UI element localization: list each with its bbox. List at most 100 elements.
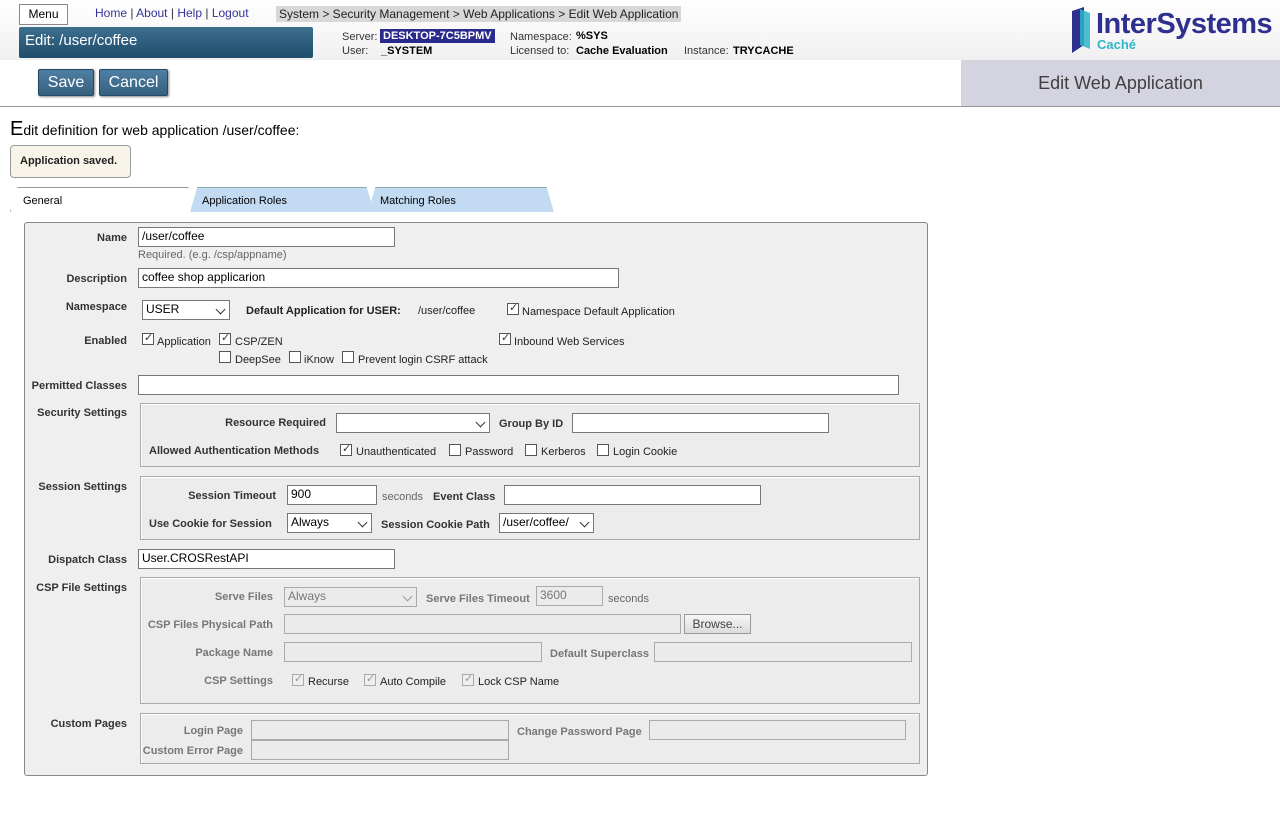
application-checkbox[interactable]	[142, 331, 154, 345]
unauthenticated-checkbox[interactable]	[340, 442, 352, 456]
link-separator: |	[130, 6, 134, 20]
page-title: Edit: /user/coffee	[19, 27, 313, 58]
permitted-classes-label: Permitted Classes	[31, 380, 127, 392]
session-timeout-label: Session Timeout	[188, 490, 276, 502]
change-password-page-label: Change Password Page	[517, 726, 642, 738]
auto-compile-label: Auto Compile	[380, 676, 447, 688]
serve-files-select[interactable]: Always	[284, 587, 417, 607]
use-cookie-select[interactable]: Always	[287, 513, 372, 533]
change-password-page-field[interactable]	[649, 720, 906, 740]
auth-methods-label: Allowed Authentication Methods	[149, 445, 320, 457]
seconds-label: seconds	[382, 491, 423, 503]
server-label: Server:	[342, 31, 378, 43]
csrf-checkbox[interactable]	[342, 351, 354, 363]
serve-files-label: Serve Files	[214, 591, 273, 603]
namespace-value: %SYS	[576, 30, 608, 42]
saved-message: Application saved.	[10, 145, 131, 178]
name-field[interactable]: /user/coffee	[138, 227, 395, 247]
kerberos-checkbox[interactable]	[525, 444, 537, 456]
password-label: Password	[465, 446, 514, 458]
menu-button[interactable]: Menu	[19, 4, 68, 25]
logo-subtitle: Caché	[1097, 37, 1137, 52]
kerberos-label: Kerberos	[541, 446, 586, 458]
group-by-id-label: Group By ID	[499, 418, 564, 430]
csrf-label: Prevent login CSRF attack	[358, 354, 488, 366]
use-cookie-label: Use Cookie for Session	[149, 518, 272, 530]
description-field[interactable]: coffee shop applicarion	[138, 268, 619, 288]
resource-required-select[interactable]	[336, 413, 490, 433]
heading-rest: dit definition for web application /user…	[23, 122, 300, 138]
unauthenticated-label: Unauthenticated	[356, 446, 437, 458]
namespace-select[interactable]: USER	[142, 300, 230, 320]
tab-label: Matching Roles	[380, 195, 456, 207]
instance-value: TRYCACHE	[733, 45, 794, 57]
logout-link[interactable]: Logout	[212, 6, 249, 20]
permitted-classes-field[interactable]	[138, 375, 899, 395]
tab-label: General	[23, 195, 63, 207]
page-heading: Edit Web Application	[961, 60, 1280, 106]
tab-general[interactable]: General	[10, 187, 196, 212]
physical-path-field[interactable]	[284, 614, 681, 634]
custom-pages-group: Login Page Change Password Page Custom E…	[140, 713, 920, 764]
physical-path-label: CSP Files Physical Path	[147, 619, 273, 631]
home-link[interactable]: Home	[95, 6, 127, 20]
browse-button[interactable]: Browse...	[684, 614, 751, 634]
about-link[interactable]: About	[136, 6, 167, 20]
session-timeout-field[interactable]: 900	[287, 485, 377, 505]
auto-compile-checkbox[interactable]	[364, 672, 376, 686]
edit-definition-heading: Edit definition for web application /use…	[10, 118, 299, 141]
default-superclass-field[interactable]	[654, 642, 912, 662]
cspzen-checkbox[interactable]	[219, 331, 231, 345]
password-checkbox[interactable]	[449, 444, 461, 456]
lock-csp-name-checkbox[interactable]	[462, 672, 474, 686]
custom-error-page-field[interactable]	[251, 740, 509, 760]
instance-label: Instance:	[684, 45, 729, 57]
namespace-default-checkbox[interactable]	[507, 301, 519, 315]
lock-csp-name-label: Lock CSP Name	[478, 676, 560, 688]
name-hint: Required. (e.g. /csp/appname)	[138, 249, 287, 261]
package-name-field[interactable]	[284, 642, 542, 662]
namespace-label: Namespace:	[510, 31, 572, 43]
licensed-value: Cache Evaluation	[576, 45, 668, 57]
inbound-web-services-checkbox[interactable]	[499, 331, 511, 345]
csp-file-settings-group: Serve Files Always Serve Files Timeout 3…	[140, 577, 920, 704]
application-label: Application	[157, 336, 211, 348]
server-badge: DESKTOP-7C5BPMV	[380, 29, 495, 43]
cookie-path-select[interactable]: /user/coffee/	[499, 513, 594, 533]
help-link[interactable]: Help	[177, 6, 202, 20]
dispatch-class-label: Dispatch Class	[48, 554, 127, 566]
recurse-checkbox[interactable]	[292, 672, 304, 686]
seconds-label: seconds	[608, 593, 649, 605]
csp-settings-label: CSP Settings	[204, 675, 273, 687]
iknow-checkbox[interactable]	[289, 351, 301, 363]
user-value: _SYSTEM	[381, 45, 433, 57]
login-cookie-label: Login Cookie	[613, 446, 678, 458]
event-class-field[interactable]	[504, 485, 761, 505]
breadcrumb[interactable]: System > Security Management > Web Appli…	[276, 6, 682, 22]
package-name-label: Package Name	[195, 647, 273, 659]
name-label: Name	[97, 232, 127, 244]
login-page-label: Login Page	[183, 725, 243, 737]
licensed-label: Licensed to:	[510, 45, 570, 57]
default-superclass-label: Default Superclass	[550, 648, 650, 660]
session-settings-label: Session Settings	[38, 481, 127, 493]
tab-matching-roles[interactable]: Matching Roles	[368, 187, 554, 212]
user-label: User:	[342, 45, 369, 57]
cookie-path-label: Session Cookie Path	[381, 519, 490, 531]
tab-application-roles[interactable]: Application Roles	[190, 187, 374, 212]
dispatch-class-field[interactable]: User.CROSRestAPI	[138, 549, 395, 569]
recurse-label: Recurse	[308, 676, 349, 688]
login-page-field[interactable]	[251, 720, 509, 740]
namespace-default-label: Namespace Default Application	[522, 306, 675, 318]
save-button[interactable]: Save	[38, 69, 94, 96]
general-form-panel: Name /user/coffee Required. (e.g. /csp/a…	[24, 222, 928, 776]
deepsee-label: DeepSee	[235, 354, 281, 366]
login-cookie-checkbox[interactable]	[597, 444, 609, 456]
csp-file-settings-label: CSP File Settings	[36, 582, 127, 594]
serve-files-timeout-field[interactable]: 3600	[536, 586, 603, 606]
security-settings-group: Resource Required Group By ID Allowed Au…	[140, 403, 920, 467]
security-settings-label: Security Settings	[37, 407, 127, 419]
group-by-id-field[interactable]	[572, 413, 829, 433]
cancel-button[interactable]: Cancel	[99, 69, 168, 96]
deepsee-checkbox[interactable]	[219, 351, 231, 363]
